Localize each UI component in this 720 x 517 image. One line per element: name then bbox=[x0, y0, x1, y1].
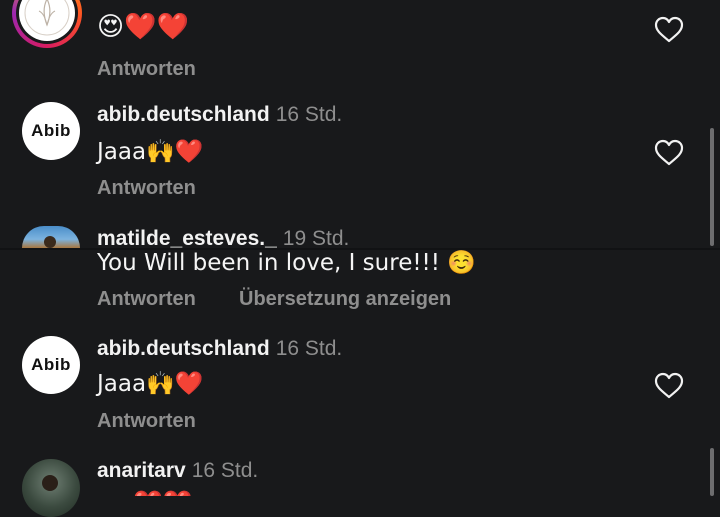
reply-button[interactable]: Antworten bbox=[97, 177, 196, 200]
comment-text: You Will been in love, I sure!!! ☺️ bbox=[97, 250, 476, 276]
comment-text: ❤️❤️ bbox=[133, 489, 193, 496]
avatar-logo bbox=[19, 0, 75, 41]
top-comment-emojis: 😍❤️❤️ bbox=[97, 12, 189, 42]
avatar-label: Abib bbox=[31, 121, 71, 140]
username-link[interactable]: matilde_esteves._ bbox=[97, 227, 277, 249]
heart-icon[interactable] bbox=[654, 139, 684, 167]
username-link[interactable]: abib.deutschland bbox=[97, 103, 270, 126]
avatar[interactable] bbox=[22, 459, 80, 517]
scrollbar-thumb[interactable] bbox=[710, 128, 714, 246]
avatar-label: Abib bbox=[31, 355, 71, 374]
scrollbar-thumb[interactable] bbox=[710, 448, 714, 496]
username-link[interactable]: abib.deutschland bbox=[97, 337, 270, 360]
comment-header: anaritarv 16 Std. bbox=[97, 459, 258, 483]
reply-button[interactable]: Antworten bbox=[97, 58, 196, 81]
avatar-story-ring[interactable] bbox=[12, 0, 82, 48]
avatar[interactable] bbox=[22, 226, 80, 248]
translate-button[interactable]: Übersetzung anzeigen bbox=[239, 288, 451, 311]
comment-header: matilde_esteves._ 19 Std. bbox=[97, 227, 349, 249]
comment-text: Jaaa🙌❤️ bbox=[97, 371, 204, 397]
timestamp: 16 Std. bbox=[275, 103, 343, 126]
heart-icon[interactable] bbox=[654, 372, 684, 400]
username-link[interactable]: anaritarv bbox=[97, 459, 186, 482]
reply-button[interactable]: Antworten bbox=[97, 410, 196, 433]
comment-header: abib.deutschland 16 Std. bbox=[97, 337, 342, 361]
comment-text: Jaaa🙌❤️ bbox=[97, 139, 204, 165]
timestamp: 16 Std. bbox=[275, 337, 343, 360]
heart-icon[interactable] bbox=[654, 16, 684, 44]
comment-header: abib.deutschland 16 Std. bbox=[97, 103, 342, 127]
timestamp: 19 Std. bbox=[282, 227, 350, 249]
avatar[interactable]: Abib bbox=[22, 336, 80, 394]
avatar[interactable]: Abib bbox=[22, 102, 80, 160]
reply-button[interactable]: Antworten bbox=[97, 288, 196, 311]
timestamp: 16 Std. bbox=[191, 459, 259, 482]
